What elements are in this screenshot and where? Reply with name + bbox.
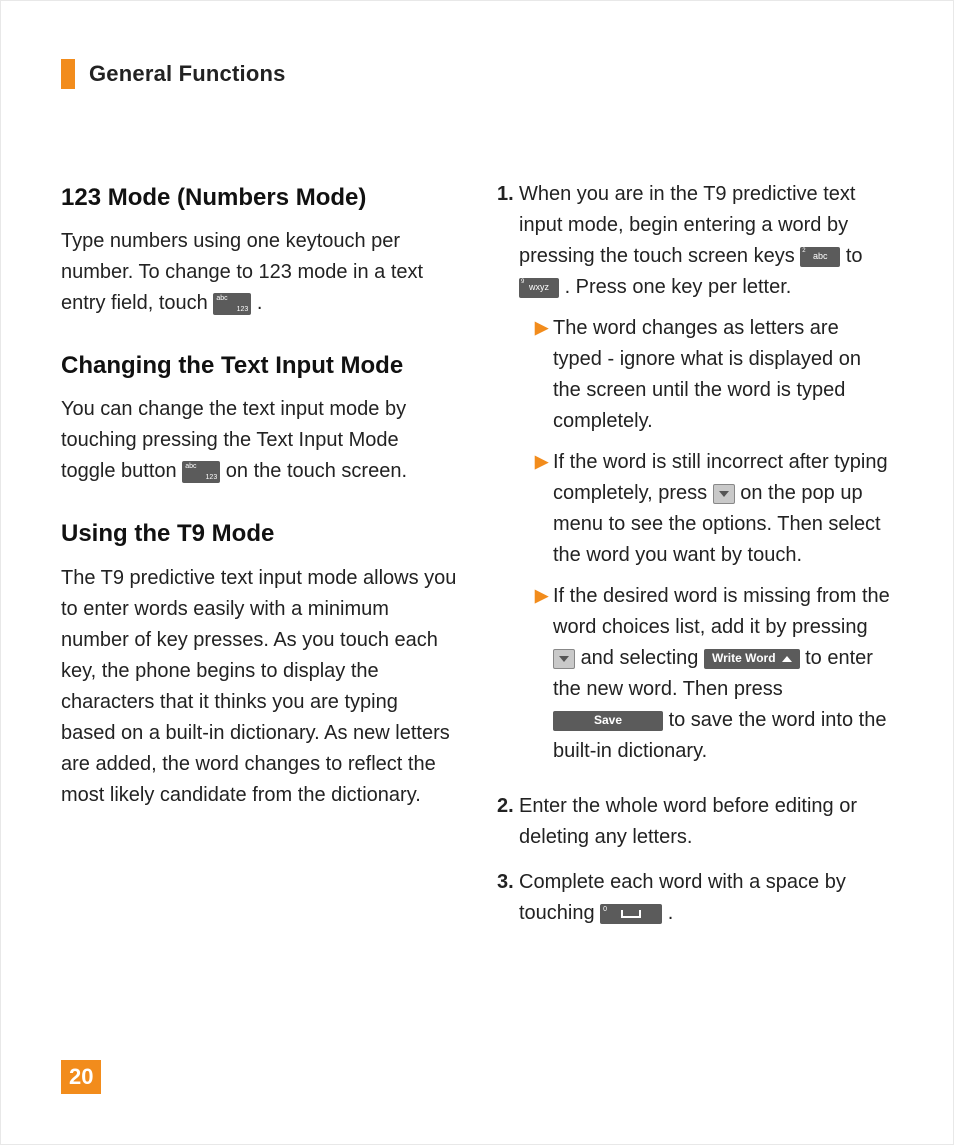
sub-bullet: ▶ The word changes as letters are typed … bbox=[535, 313, 893, 437]
step-number: 3. bbox=[497, 867, 519, 929]
key-superscript: 0 bbox=[603, 905, 607, 916]
icon-label-top: abc bbox=[185, 463, 196, 470]
text: on the touch screen. bbox=[226, 460, 407, 482]
paragraph-123-mode: Type numbers using one keytouch per numb… bbox=[61, 226, 457, 319]
wxyz-key-icon: 9 wxyz bbox=[519, 278, 559, 298]
key-label: wxyz bbox=[529, 283, 549, 292]
text: If the desired word is missing from the … bbox=[553, 581, 893, 767]
right-column: 1. When you are in the T9 predictive tex… bbox=[497, 179, 893, 943]
step-3: 3. Complete each word with a space by to… bbox=[497, 867, 893, 929]
text: . bbox=[668, 902, 674, 924]
dropdown-icon bbox=[553, 649, 575, 669]
space-glyph-icon bbox=[621, 910, 641, 918]
chevron-down-icon bbox=[559, 656, 569, 662]
key-label: abc bbox=[813, 252, 828, 261]
content-columns: 123 Mode (Numbers Mode) Type numbers usi… bbox=[61, 179, 893, 943]
text: If the desired word is missing from the … bbox=[553, 585, 890, 638]
text: If the word is still incorrect after typ… bbox=[553, 447, 893, 571]
abc123-key-icon: abc 123 bbox=[213, 293, 251, 315]
text: The word changes as letters are typed - … bbox=[553, 313, 893, 437]
step-number: 1. bbox=[497, 179, 519, 777]
arrow-icon: ▶ bbox=[535, 313, 553, 437]
text: to bbox=[846, 245, 863, 267]
text: . Press one key per letter. bbox=[565, 276, 792, 298]
arrow-icon: ▶ bbox=[535, 447, 553, 571]
icon-label-bottom: 123 bbox=[206, 474, 218, 481]
sub-bullet: ▶ If the desired word is missing from th… bbox=[535, 581, 893, 767]
key-superscript: 9 bbox=[521, 279, 524, 285]
step-body: Enter the whole word before editing or d… bbox=[519, 791, 893, 853]
paragraph-t9-mode: The T9 predictive text input mode allows… bbox=[61, 563, 457, 811]
heading-t9-mode: Using the T9 Mode bbox=[61, 515, 457, 552]
chevron-down-icon bbox=[719, 491, 729, 497]
text: Complete each word with a space by touch… bbox=[519, 871, 846, 924]
write-word-button-icon: Write Word bbox=[704, 649, 800, 669]
step-number: 2. bbox=[497, 791, 519, 853]
chevron-up-icon bbox=[782, 656, 792, 662]
icon-label-bottom: 123 bbox=[237, 306, 249, 313]
paragraph-change-input-mode: You can change the text input mode by to… bbox=[61, 394, 457, 487]
heading-123-mode: 123 Mode (Numbers Mode) bbox=[61, 179, 457, 216]
abc-key-icon: 2 abc bbox=[800, 247, 840, 267]
header-accent-bar bbox=[61, 59, 75, 89]
sub-bullet: ▶ If the word is still incorrect after t… bbox=[535, 447, 893, 571]
section-title: General Functions bbox=[89, 61, 286, 87]
step-1: 1. When you are in the T9 predictive tex… bbox=[497, 179, 893, 777]
button-label: Write Word bbox=[712, 649, 776, 668]
space-key-icon: 0 bbox=[600, 904, 662, 924]
heading-change-input-mode: Changing the Text Input Mode bbox=[61, 347, 457, 384]
step-2: 2. Enter the whole word before editing o… bbox=[497, 791, 893, 853]
page-number: 20 bbox=[61, 1060, 101, 1094]
icon-label-top: abc bbox=[216, 295, 227, 302]
abc123-key-icon: abc 123 bbox=[182, 461, 220, 483]
step-body: Complete each word with a space by touch… bbox=[519, 867, 893, 929]
left-column: 123 Mode (Numbers Mode) Type numbers usi… bbox=[61, 179, 457, 943]
step-body: When you are in the T9 predictive text i… bbox=[519, 179, 893, 777]
save-button-icon: Save bbox=[553, 711, 663, 731]
text: . bbox=[257, 292, 263, 314]
text: and selecting bbox=[581, 647, 704, 669]
dropdown-icon bbox=[713, 484, 735, 504]
manual-page: General Functions 123 Mode (Numbers Mode… bbox=[0, 0, 954, 1145]
arrow-icon: ▶ bbox=[535, 581, 553, 767]
key-superscript: 2 bbox=[802, 248, 805, 254]
page-header: General Functions bbox=[61, 59, 893, 89]
